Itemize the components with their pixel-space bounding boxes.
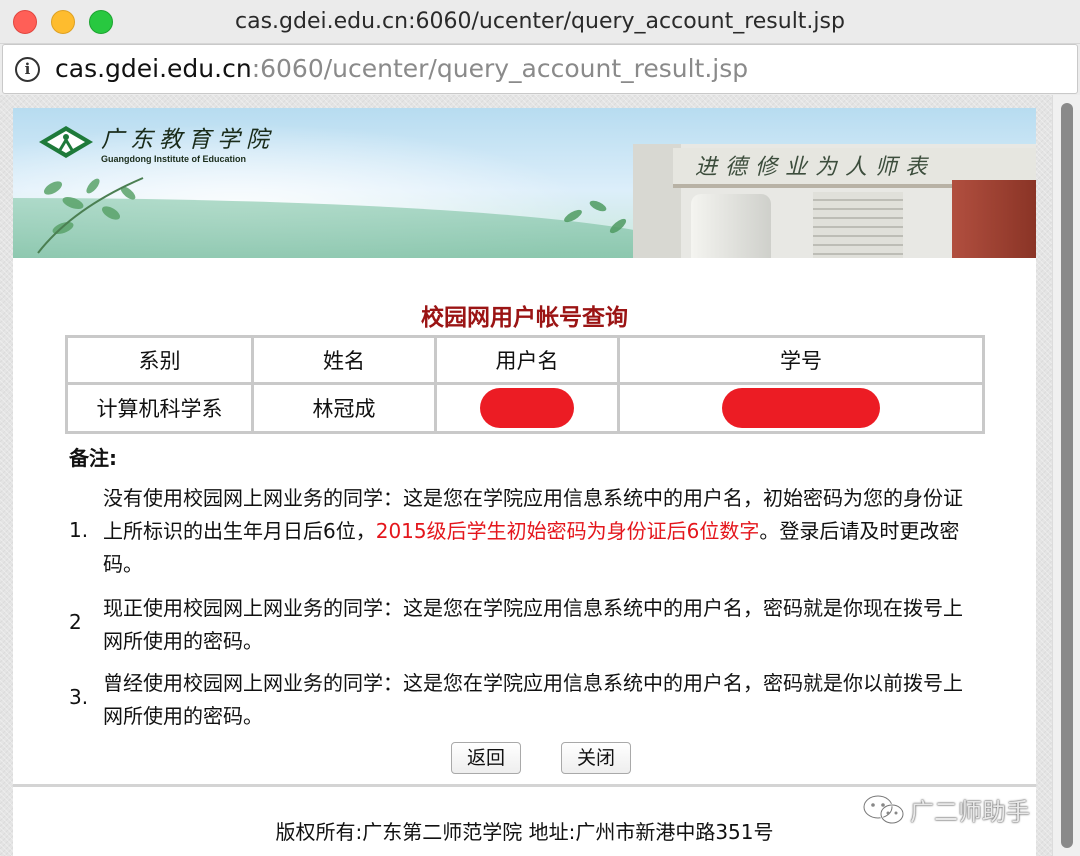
building-rotunda xyxy=(691,194,771,258)
note-number: 3. xyxy=(69,685,89,709)
note-text: 曾经使用校园网上网业务的同学：这是您在学院应用信息系统中的用户名，密码就是你以前… xyxy=(103,671,963,728)
redaction-mark xyxy=(722,388,880,428)
note-highlight: 2015级后学生初始密码为身份证后6位数字 xyxy=(375,519,760,543)
close-window-button[interactable] xyxy=(13,10,37,34)
note-text: 没有使用校园网上网业务的同学：这是您在学院应用信息系统中的用户名，初始密码为您的… xyxy=(103,482,979,581)
window-titlebar: cas.gdei.edu.cn:6060/ucenter/query_accou… xyxy=(0,0,1080,44)
cell-username xyxy=(437,385,617,431)
window-title: cas.gdei.edu.cn:6060/ucenter/query_accou… xyxy=(235,9,845,34)
url-path: :6060/ucenter/query_account_result.jsp xyxy=(251,54,749,83)
info-icon[interactable]: i xyxy=(15,57,40,82)
cell-student-id xyxy=(620,385,982,431)
cell-department: 计算机科学系 xyxy=(68,385,251,431)
building-facade xyxy=(813,192,903,258)
college-logo: 广东教育学院 Guangdong Institute of Education xyxy=(37,120,337,170)
building-brick-wall xyxy=(952,180,1036,258)
header-name: 姓名 xyxy=(254,338,434,382)
page-content: 广东教育学院 Guangdong Institute of Education … xyxy=(13,108,1036,856)
college-emblem-icon xyxy=(39,126,93,158)
logo-chinese-name: 广东教育学院 xyxy=(101,127,275,153)
watermark-text: 广二师助手 xyxy=(910,798,1030,826)
address-bar[interactable]: i cas.gdei.edu.cn:6060/ucenter/query_acc… xyxy=(2,44,1078,94)
leaves-decoration-icon xyxy=(564,200,627,234)
cell-name: 林冠成 xyxy=(254,385,434,431)
notes-title: 备注: xyxy=(69,446,117,470)
back-button[interactable]: 返回 xyxy=(451,742,521,774)
header-username: 用户名 xyxy=(437,338,617,382)
url-text[interactable]: cas.gdei.edu.cn:6060/ucenter/query_accou… xyxy=(55,45,748,93)
leaves-decoration-icon xyxy=(37,177,144,254)
footer-divider xyxy=(13,784,1036,787)
page-title: 校园网用户帐号查询 xyxy=(421,305,628,331)
header-banner: 广东教育学院 Guangdong Institute of Education … xyxy=(13,108,1036,258)
header-department: 系别 xyxy=(68,338,251,382)
logo-english-name: Guangdong Institute of Education xyxy=(101,154,246,164)
url-host: cas.gdei.edu.cn xyxy=(55,54,252,83)
redaction-mark xyxy=(480,388,574,428)
building-image: 进德修业为人师表 xyxy=(633,144,1036,258)
table-row: 计算机科学系 林冠成 xyxy=(68,385,982,431)
close-button[interactable]: 关闭 xyxy=(561,742,631,774)
note-number: 1. xyxy=(69,518,89,542)
note-number: 2 xyxy=(69,610,82,634)
account-table: 系别 姓名 用户名 学号 计算机科学系 林冠成 xyxy=(65,335,985,434)
wechat-icon xyxy=(862,794,905,825)
scrollbar-thumb[interactable] xyxy=(1061,103,1073,848)
minimize-window-button[interactable] xyxy=(51,10,75,34)
header-student-id: 学号 xyxy=(620,338,982,382)
note-text: 现正使用校园网上网业务的同学：这是您在学院应用信息系统中的用户名，密码就是你现在… xyxy=(103,596,963,653)
table-header-row: 系别 姓名 用户名 学号 xyxy=(68,338,982,382)
zoom-window-button[interactable] xyxy=(89,10,113,34)
vertical-scrollbar[interactable] xyxy=(1052,95,1080,856)
